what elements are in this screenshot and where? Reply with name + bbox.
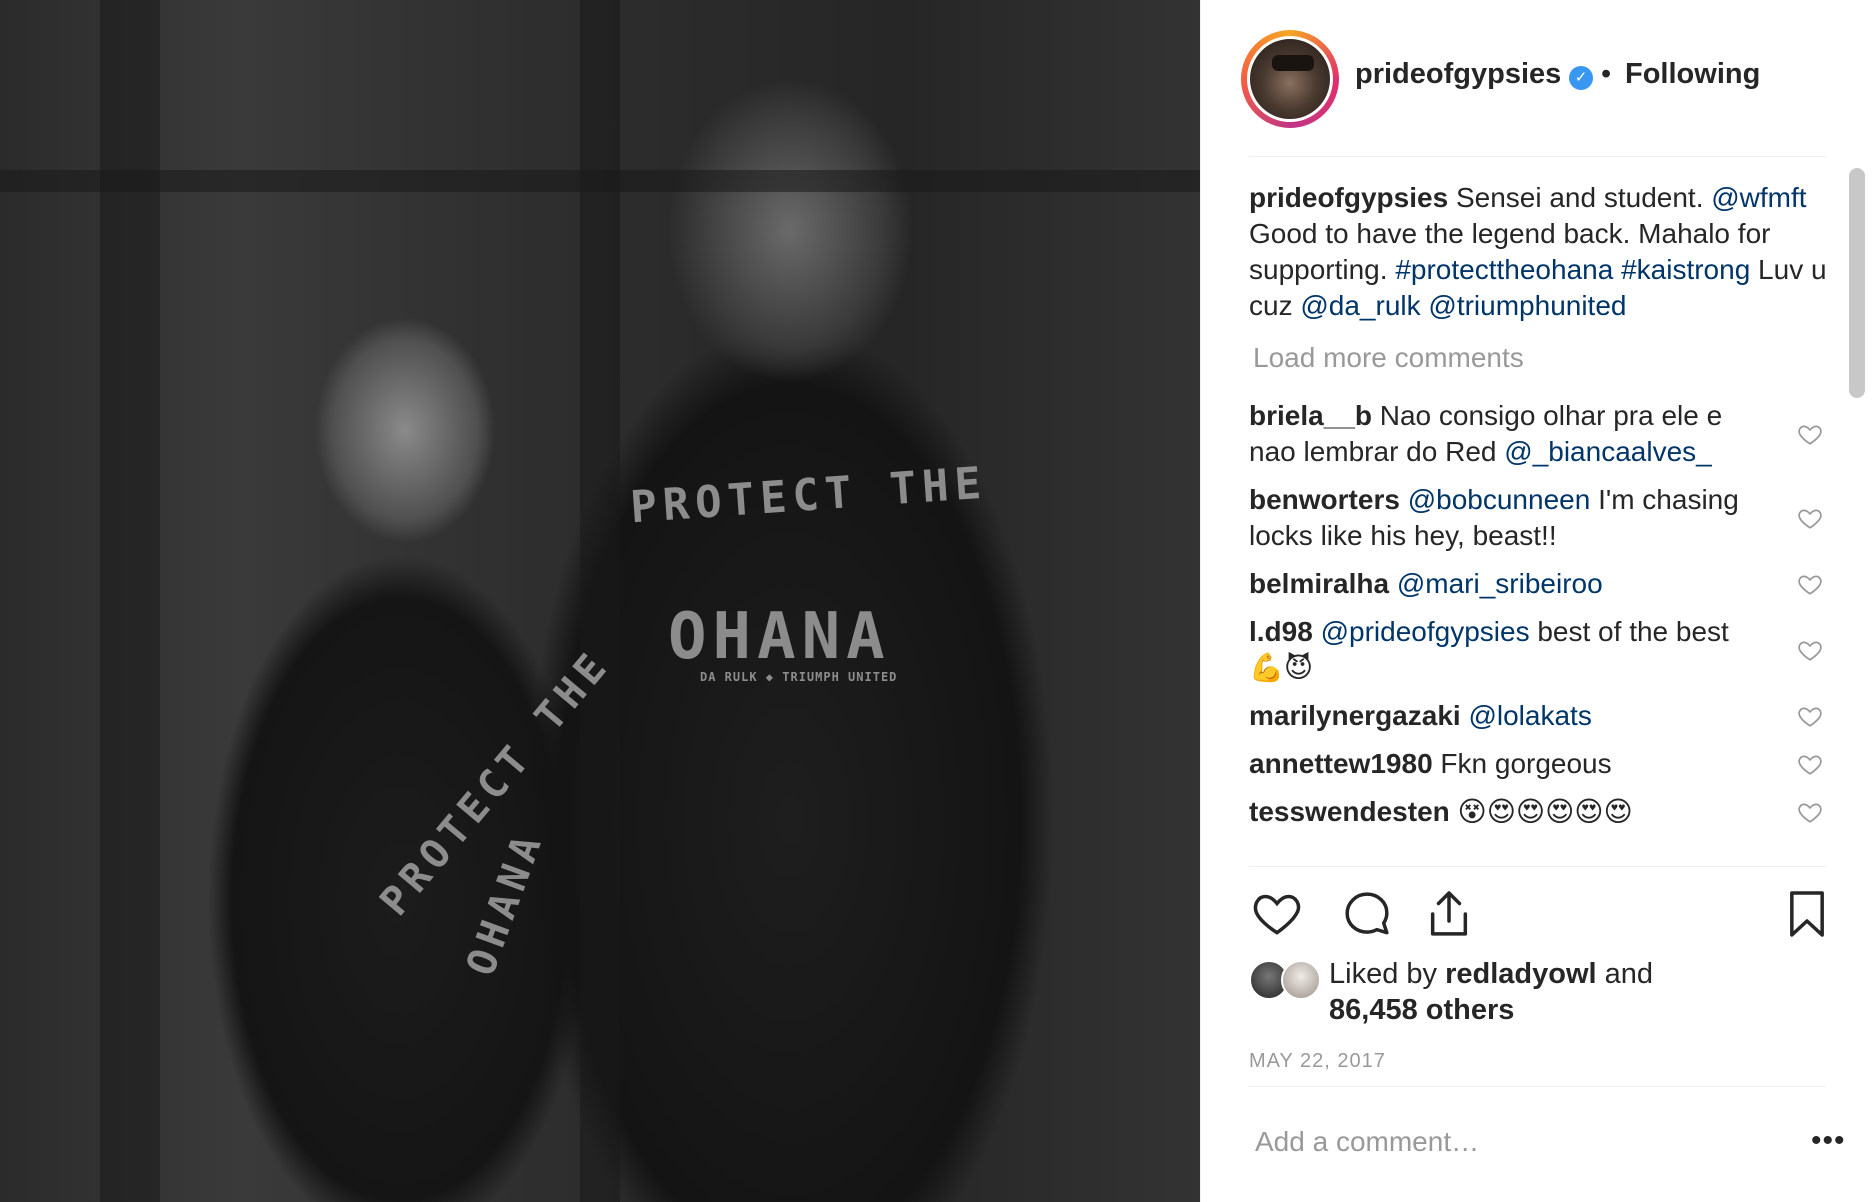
header-username[interactable]: prideofgypsies [1355,58,1561,91]
caption-text: Sensei and student. [1448,182,1712,213]
mention-link[interactable]: @da_rulk [1300,290,1420,321]
comment-item: briela__b Nao consigo olhar pra ele e na… [1249,398,1829,470]
caption: prideofgypsies Sensei and student. @wfmf… [1249,180,1829,324]
comment-item: benworters @bobcunneen I'm chasing locks… [1249,482,1829,554]
comment-username[interactable]: briela__b [1249,400,1372,431]
mention-link[interactable]: @_biancaalves_ [1504,436,1711,467]
caption-username[interactable]: prideofgypsies [1249,182,1448,213]
shirt-print-small: DA RULK ◆ TRIUMPH UNITED [700,670,898,684]
divider [1249,866,1826,867]
mention-link[interactable]: @triumphunited [1428,290,1626,321]
hashtag-link[interactable]: #kaistrong [1621,254,1750,285]
avatar[interactable] [1281,960,1321,1000]
background-beam [0,170,1200,192]
more-options-icon[interactable]: ••• [1811,1124,1846,1158]
add-comment-input[interactable]: Add a comment… [1255,1126,1479,1158]
comment-username[interactable]: benworters [1249,484,1400,515]
comment-item: marilynergazaki @lolakats [1249,698,1829,734]
hashtag-link[interactable]: #protecttheohana [1395,254,1613,285]
comment-username[interactable]: marilynergazaki [1249,700,1461,731]
liked-by-username[interactable]: redladyowl [1445,958,1597,990]
shirt-print-text: OHANA [668,600,891,674]
comment-item: l.d98 @prideofgypsies best of the best 💪… [1249,614,1829,686]
like-comment-heart-icon[interactable] [1797,751,1823,777]
post-side-panel: prideofgypsies ✓ • Following prideofgyps… [1200,0,1876,1202]
load-more-comments-button[interactable]: Load more comments [1253,340,1829,376]
mention-link[interactable]: @mari_sribeiroo [1397,568,1603,599]
comments-list[interactable]: prideofgypsies Sensei and student. @wfmf… [1249,180,1829,866]
liked-by-avatars[interactable] [1249,960,1329,1004]
comment-text [1313,616,1321,647]
verified-badge-icon: ✓ [1569,66,1593,90]
share-upload-icon[interactable] [1421,886,1477,942]
post-date[interactable]: MAY 22, 2017 [1249,1050,1386,1073]
comment-username[interactable]: belmiralha [1249,568,1389,599]
likes-summary: Liked by redladyowl and 86,458 others [1329,956,1653,1028]
like-comment-heart-icon[interactable] [1797,571,1823,597]
mention-link[interactable]: @lolakats [1468,700,1591,731]
like-heart-icon[interactable] [1249,886,1305,942]
post-actions [1249,886,1829,942]
divider [1249,156,1826,157]
comment-bubble-icon[interactable] [1339,886,1395,942]
comment-text: 😵😍😍😍😍😍 [1449,796,1633,827]
mention-link[interactable]: @wfmft [1711,182,1806,213]
post-header: prideofgypsies ✓ • Following [1241,30,1861,130]
comments-scrollbar[interactable] [1849,168,1865,398]
following-button[interactable]: Following [1625,58,1760,91]
comment-username[interactable]: annettew1980 [1249,748,1433,779]
avatar[interactable] [1247,36,1333,122]
like-comment-heart-icon[interactable] [1797,703,1823,729]
comment-username[interactable]: tesswendesten [1249,796,1450,827]
like-comment-heart-icon[interactable] [1797,637,1823,663]
comment-text: Fkn gorgeous [1432,748,1612,779]
story-ring[interactable] [1241,30,1339,128]
likes-count-link[interactable]: 86,458 others [1329,994,1514,1026]
like-comment-heart-icon[interactable] [1797,799,1823,825]
post-photo[interactable]: PROTECT THE OHANA DA RULK ◆ TRIUMPH UNIT… [0,0,1200,1202]
avatar-hat-shape [1272,55,1314,71]
comment-item: annettew1980 Fkn gorgeous [1249,746,1829,782]
like-comment-heart-icon[interactable] [1797,421,1823,447]
comment-item: belmiralha @mari_sribeiroo [1249,566,1829,602]
likes-prefix: Liked by [1329,958,1446,990]
comment-text [1400,484,1408,515]
mention-link[interactable]: @prideofgypsies [1321,616,1530,647]
divider [1249,1086,1826,1087]
like-comment-heart-icon[interactable] [1797,505,1823,531]
mention-link[interactable]: @bobcunneen [1408,484,1591,515]
likes-connector: and [1596,958,1654,990]
comment-username[interactable]: l.d98 [1249,616,1313,647]
bookmark-save-icon[interactable] [1779,886,1835,942]
header-separator: • [1601,58,1612,90]
shirt-print-text: PROTECT THE [628,457,989,534]
shirt-print-text: OHANA [457,824,553,982]
comment-item: tesswendesten 😵😍😍😍😍😍 [1249,794,1829,830]
comment-text [1389,568,1397,599]
